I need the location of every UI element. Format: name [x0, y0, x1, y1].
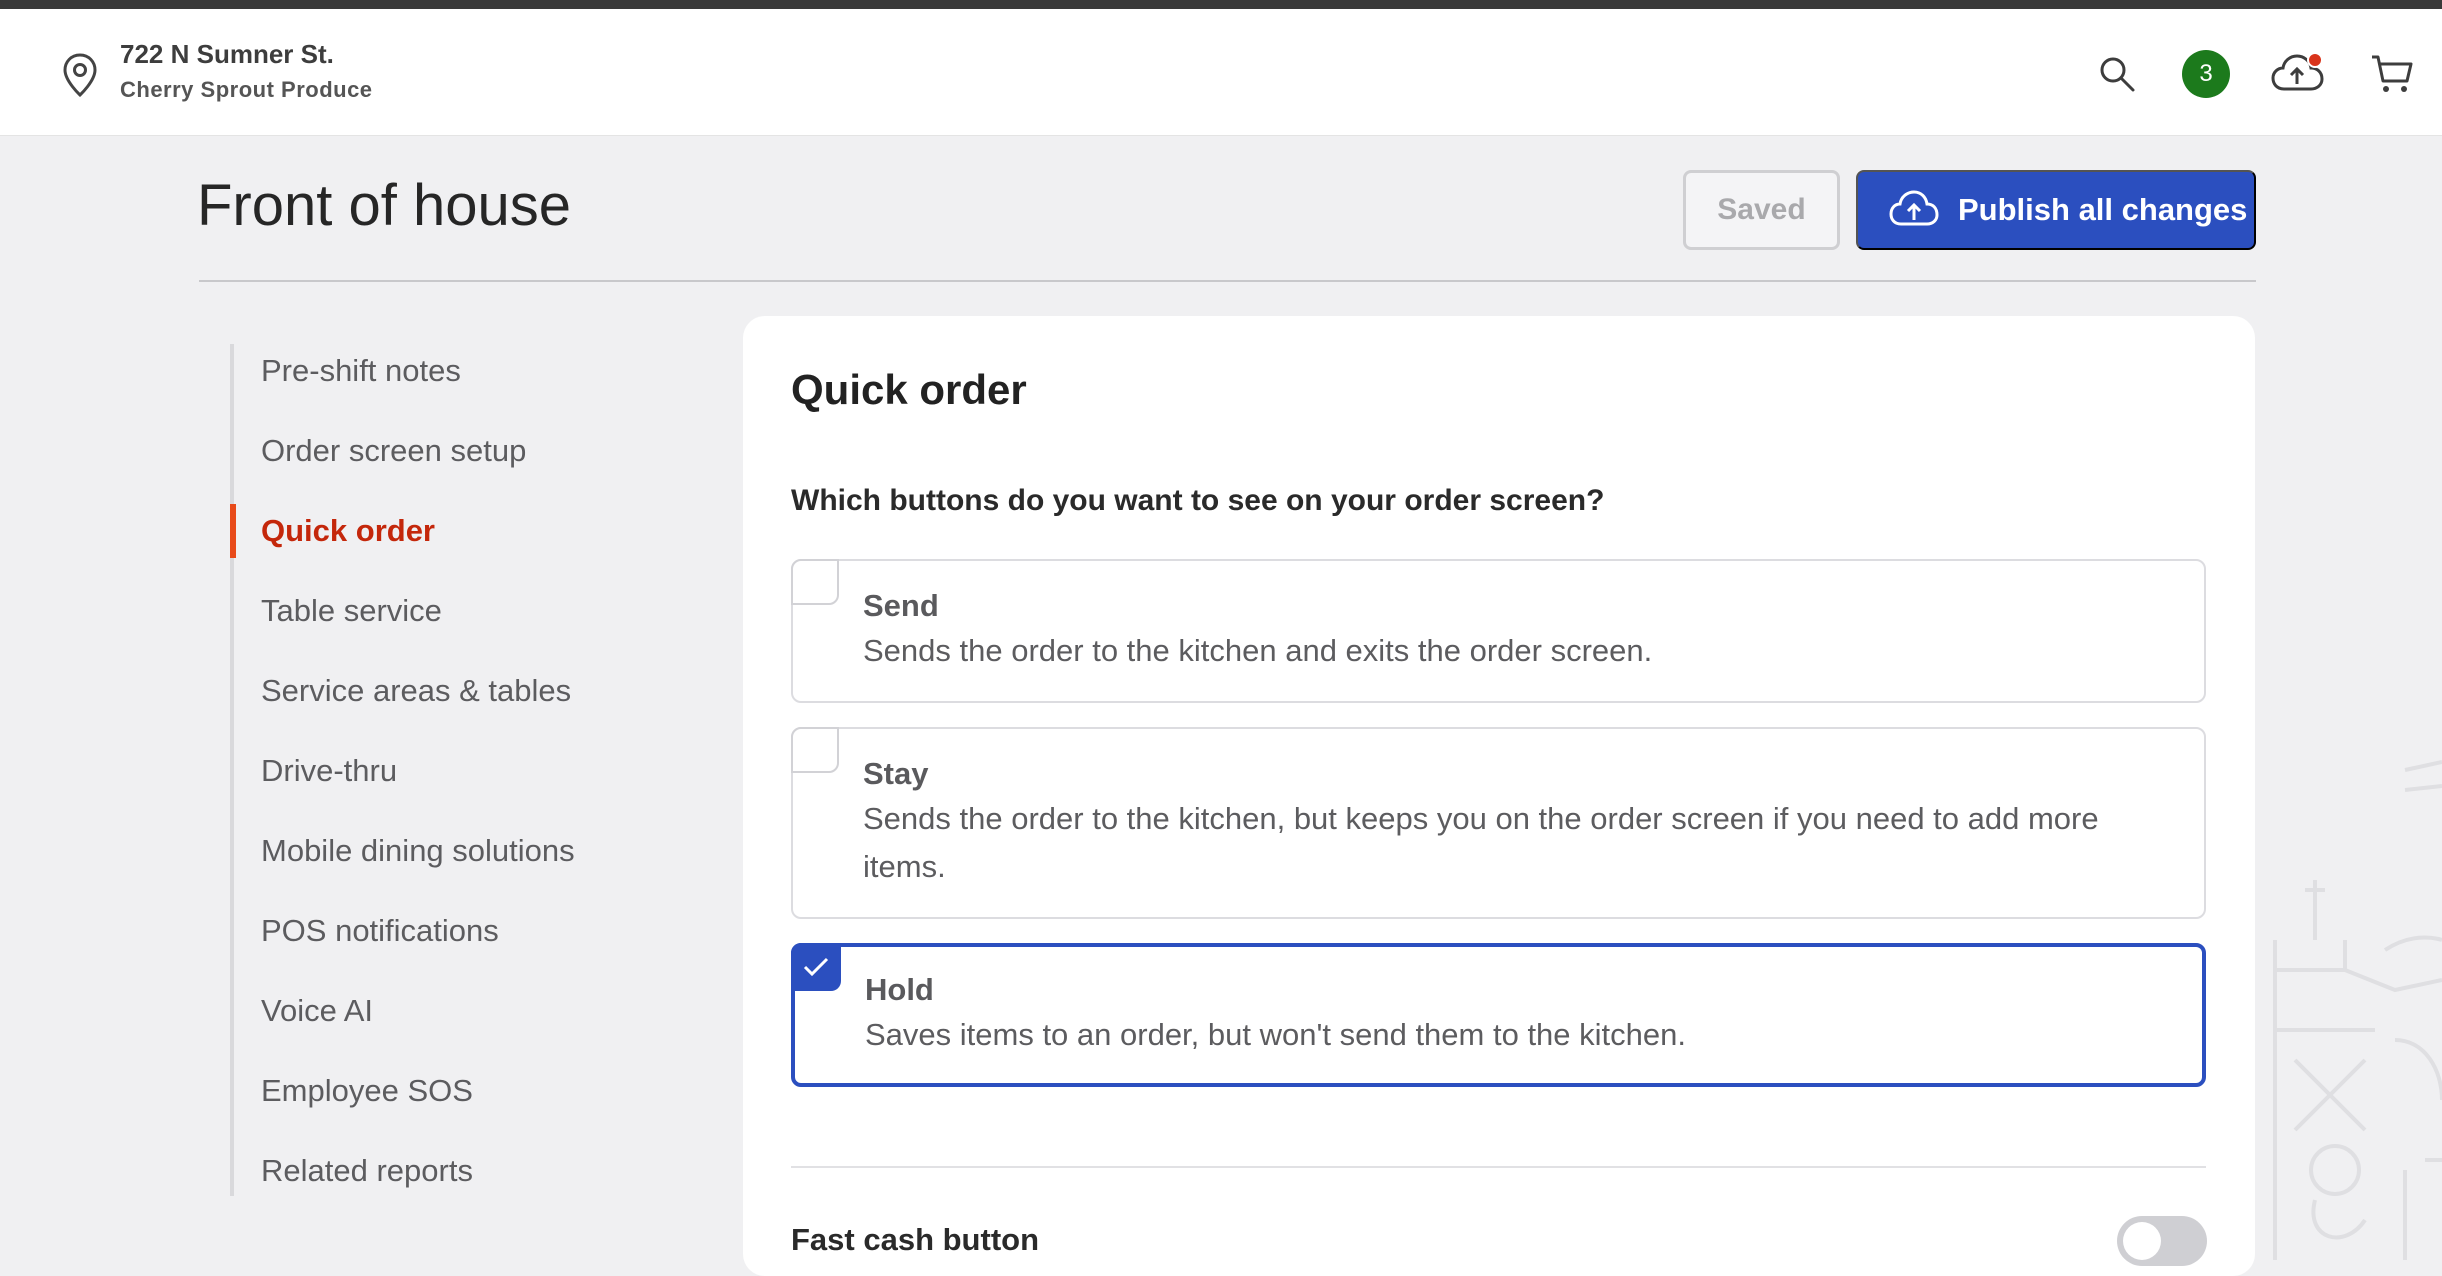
- option-description: Sends the order to the kitchen and exits…: [863, 633, 1653, 668]
- buttons-question: Which buttons do you want to see on your…: [791, 484, 1605, 517]
- top-strip: [0, 0, 2442, 9]
- toggle-knob: [2123, 1222, 2161, 1260]
- fast-cash-label: Fast cash button: [791, 1222, 1040, 1257]
- option-title: Stay: [863, 756, 929, 791]
- sidebar-item-related-reports[interactable]: Related reports: [234, 1144, 690, 1198]
- cloud-upload-icon[interactable]: [2268, 49, 2328, 99]
- sidebar-item-voice-ai[interactable]: Voice AI: [234, 984, 690, 1038]
- option-description: Sends the order to the kitchen, but keep…: [863, 801, 2099, 884]
- option-title: Hold: [865, 972, 934, 1007]
- location-pin-icon[interactable]: [60, 51, 100, 99]
- option-stay[interactable]: Stay Sends the order to the kitchen, but…: [791, 727, 2206, 919]
- sidebar-item-pos-notifications[interactable]: POS notifications: [234, 904, 690, 958]
- location-street[interactable]: 722 N Sumner St.: [120, 39, 334, 70]
- sidebar-item-service-areas-tables[interactable]: Service areas & tables: [234, 664, 690, 718]
- sidebar-item-order-screen-setup[interactable]: Order screen setup: [234, 424, 690, 478]
- decorative-kitchen-illustration: [2273, 760, 2442, 1260]
- sidebar-item-quick-order[interactable]: Quick order: [230, 504, 690, 558]
- fast-cash-toggle[interactable]: [2117, 1216, 2207, 1266]
- notification-badge[interactable]: 3: [2182, 50, 2230, 98]
- search-icon[interactable]: [2092, 49, 2142, 99]
- title-divider: [199, 280, 2256, 282]
- section-divider: [791, 1166, 2206, 1168]
- option-hold[interactable]: Hold Saves items to an order, but won't …: [791, 943, 2206, 1087]
- sidebar-item-pre-shift-notes[interactable]: Pre-shift notes: [234, 344, 690, 398]
- hold-checkbox[interactable]: [791, 943, 841, 991]
- top-header: 722 N Sumner St. Cherry Sprout Produce 3: [0, 9, 2442, 136]
- sidebar-item-employee-sos[interactable]: Employee SOS: [234, 1064, 690, 1118]
- send-checkbox[interactable]: [791, 559, 839, 605]
- panel-title: Quick order: [791, 366, 1027, 413]
- sidebar-item-table-service[interactable]: Table service: [234, 584, 690, 638]
- page-title: Front of house: [197, 173, 571, 238]
- quick-order-panel: Quick order Which buttons do you want to…: [743, 316, 2255, 1276]
- settings-sidebar: Pre-shift notes Order screen setup Quick…: [230, 344, 690, 1196]
- option-send[interactable]: Send Sends the order to the kitchen and …: [791, 559, 2206, 703]
- cart-icon[interactable]: [2364, 49, 2420, 99]
- cloud-upload-icon: [1889, 190, 1939, 226]
- publish-label: Publish all changes: [1958, 192, 2248, 227]
- sidebar-item-drive-thru[interactable]: Drive-thru: [234, 744, 690, 798]
- sidebar-item-mobile-dining[interactable]: Mobile dining solutions: [234, 824, 690, 878]
- option-description: Saves items to an order, but won't send …: [865, 1017, 1686, 1052]
- location-name[interactable]: Cherry Sprout Produce: [120, 77, 373, 103]
- stay-checkbox[interactable]: [791, 727, 839, 773]
- checkmark-icon: [803, 957, 829, 977]
- publish-all-changes-button[interactable]: Publish all changes: [1856, 170, 2256, 250]
- option-title: Send: [863, 588, 939, 623]
- saved-button[interactable]: Saved: [1683, 170, 1840, 250]
